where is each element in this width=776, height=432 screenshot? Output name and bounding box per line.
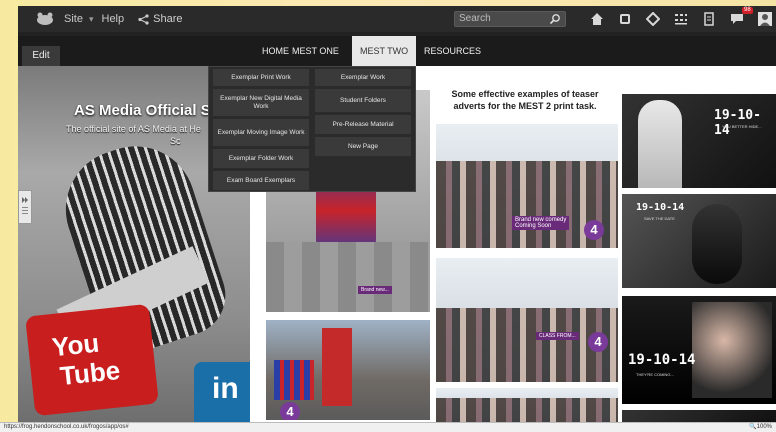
menu-item-exemplar-work[interactable]: Exemplar Work xyxy=(315,69,411,87)
sidebar-toggle-handle[interactable] xyxy=(18,190,32,224)
poster-3-date: 19-10-14 xyxy=(628,352,696,368)
share-icon xyxy=(138,13,149,25)
pavement xyxy=(266,242,430,312)
status-url: https://frog.hendonschool.co.uk/frogos/a… xyxy=(4,424,129,430)
user-icon[interactable] xyxy=(758,12,772,26)
zoom-icon: 🔍 xyxy=(749,424,757,430)
share-button[interactable]: Share xyxy=(138,13,182,25)
nav-mest-one[interactable]: MEST ONE xyxy=(284,36,347,66)
menu-item-exam-board-exemplars[interactable]: Exam Board Exemplars xyxy=(213,171,309,191)
teaser-caption: Some effective examples of teaser advert… xyxy=(451,89,599,111)
site-subtitle: The official site of AS Media at He xyxy=(66,124,201,134)
phone-box xyxy=(322,328,352,406)
poster-2[interactable]: 19-10-14 SAVE THE DATE xyxy=(622,194,776,288)
search-placeholder: Search xyxy=(459,13,491,24)
grid-icon[interactable] xyxy=(674,12,688,26)
phonebox-photo[interactable]: 4 xyxy=(266,320,430,420)
top-toolbar: Site ▾ Help Share xyxy=(18,6,776,32)
poster-1-tagline: YOU BETTER HIDE... xyxy=(722,124,762,129)
group-photo-1[interactable]: Brand new comedy Coming Soon 4 xyxy=(436,124,618,248)
channel4-badge: 4 xyxy=(280,402,300,420)
youtube-logo-tube: Tube xyxy=(58,354,122,392)
poster-4[interactable] xyxy=(622,410,776,422)
notification-badge: 98 xyxy=(742,7,753,14)
home-icon[interactable] xyxy=(590,12,604,26)
search-icon[interactable] xyxy=(549,13,561,25)
zoom-level[interactable]: 🔍100% xyxy=(749,423,772,432)
menu-item-new-page[interactable]: New Page xyxy=(315,137,411,157)
browser-app: Site ▾ Help Share Search 98 Edit HOME ME… xyxy=(18,6,776,422)
promo-class-from-sciences: CLASS FROM... xyxy=(536,332,579,340)
edit-button[interactable]: Edit xyxy=(22,46,60,66)
promo-brand-new-comedy: Brand new comedy Coming Soon xyxy=(512,216,570,230)
search-input[interactable]: Search xyxy=(454,11,566,27)
messages-icon[interactable] xyxy=(730,12,744,26)
nav-resources[interactable]: RESOURCES xyxy=(416,36,489,66)
expand-arrows-icon xyxy=(22,197,28,214)
menu-item-exemplar-folder-work[interactable]: Exemplar Folder Work xyxy=(213,149,309,169)
poster-2-tagline: SAVE THE DATE xyxy=(644,216,675,221)
superhero-promo-tag: Brand new... xyxy=(358,286,392,294)
poster-1-date: 19-10-14 xyxy=(714,108,761,138)
poster-1-figure xyxy=(638,100,682,188)
frog-icon[interactable] xyxy=(618,12,632,26)
chevron-down-icon: ▾ xyxy=(88,13,94,24)
share-label: Share xyxy=(153,13,183,25)
group-of-students xyxy=(436,398,618,422)
menu-item-exemplar-moving-image-work[interactable]: Exemplar Moving Image Work xyxy=(213,119,309,147)
group-photo-2[interactable]: CLASS FROM... 4 xyxy=(436,258,618,382)
main-navbar: Edit HOME MEST ONE MEST TWO RESOURCES xyxy=(18,36,776,66)
zoom-value: 100% xyxy=(756,424,772,430)
help-link[interactable]: Help xyxy=(102,13,125,25)
superhero-group xyxy=(274,360,314,400)
archive-icon[interactable] xyxy=(702,12,716,26)
menu-item-exemplar-new-digital-media-work[interactable]: Exemplar New Digital Media Work xyxy=(213,89,309,117)
poster-2-figure xyxy=(692,204,742,284)
menu-item-pre-release-material[interactable]: Pre-Release Material xyxy=(315,115,411,135)
browser-status-bar: https://frog.hendonschool.co.uk/frogos/a… xyxy=(0,422,776,432)
site-subtitle-tail: Sc xyxy=(170,136,181,146)
settings-icon[interactable] xyxy=(646,12,660,26)
menu-item-student-folders[interactable]: Student Folders xyxy=(315,89,411,113)
poster-3-tagline: THEY'RE COMING... xyxy=(636,372,674,377)
poster-2-date: 19-10-14 xyxy=(636,202,685,213)
channel4-badge: 4 xyxy=(584,220,604,240)
poster-1[interactable]: 19-10-14 YOU BETTER HIDE... xyxy=(622,94,776,188)
nav-mest-two[interactable]: MEST TWO xyxy=(352,36,417,66)
poster-3-figures xyxy=(692,302,772,398)
frog-logo-icon[interactable] xyxy=(34,12,56,26)
channel4-badge: 4 xyxy=(588,332,608,352)
site-title: AS Media Official S xyxy=(74,102,211,119)
promo-line-2: Coming Soon xyxy=(515,223,552,229)
mest-two-dropdown: Exemplar Print Work Exemplar New Digital… xyxy=(208,66,416,192)
menu-item-exemplar-print-work[interactable]: Exemplar Print Work xyxy=(213,69,309,87)
site-menu[interactable]: Site xyxy=(64,13,83,25)
group-photo-3[interactable] xyxy=(436,388,618,422)
poster-3[interactable]: 19-10-14 THEY'RE COMING... xyxy=(622,296,776,404)
linkedin-logo-text: in xyxy=(212,372,239,405)
